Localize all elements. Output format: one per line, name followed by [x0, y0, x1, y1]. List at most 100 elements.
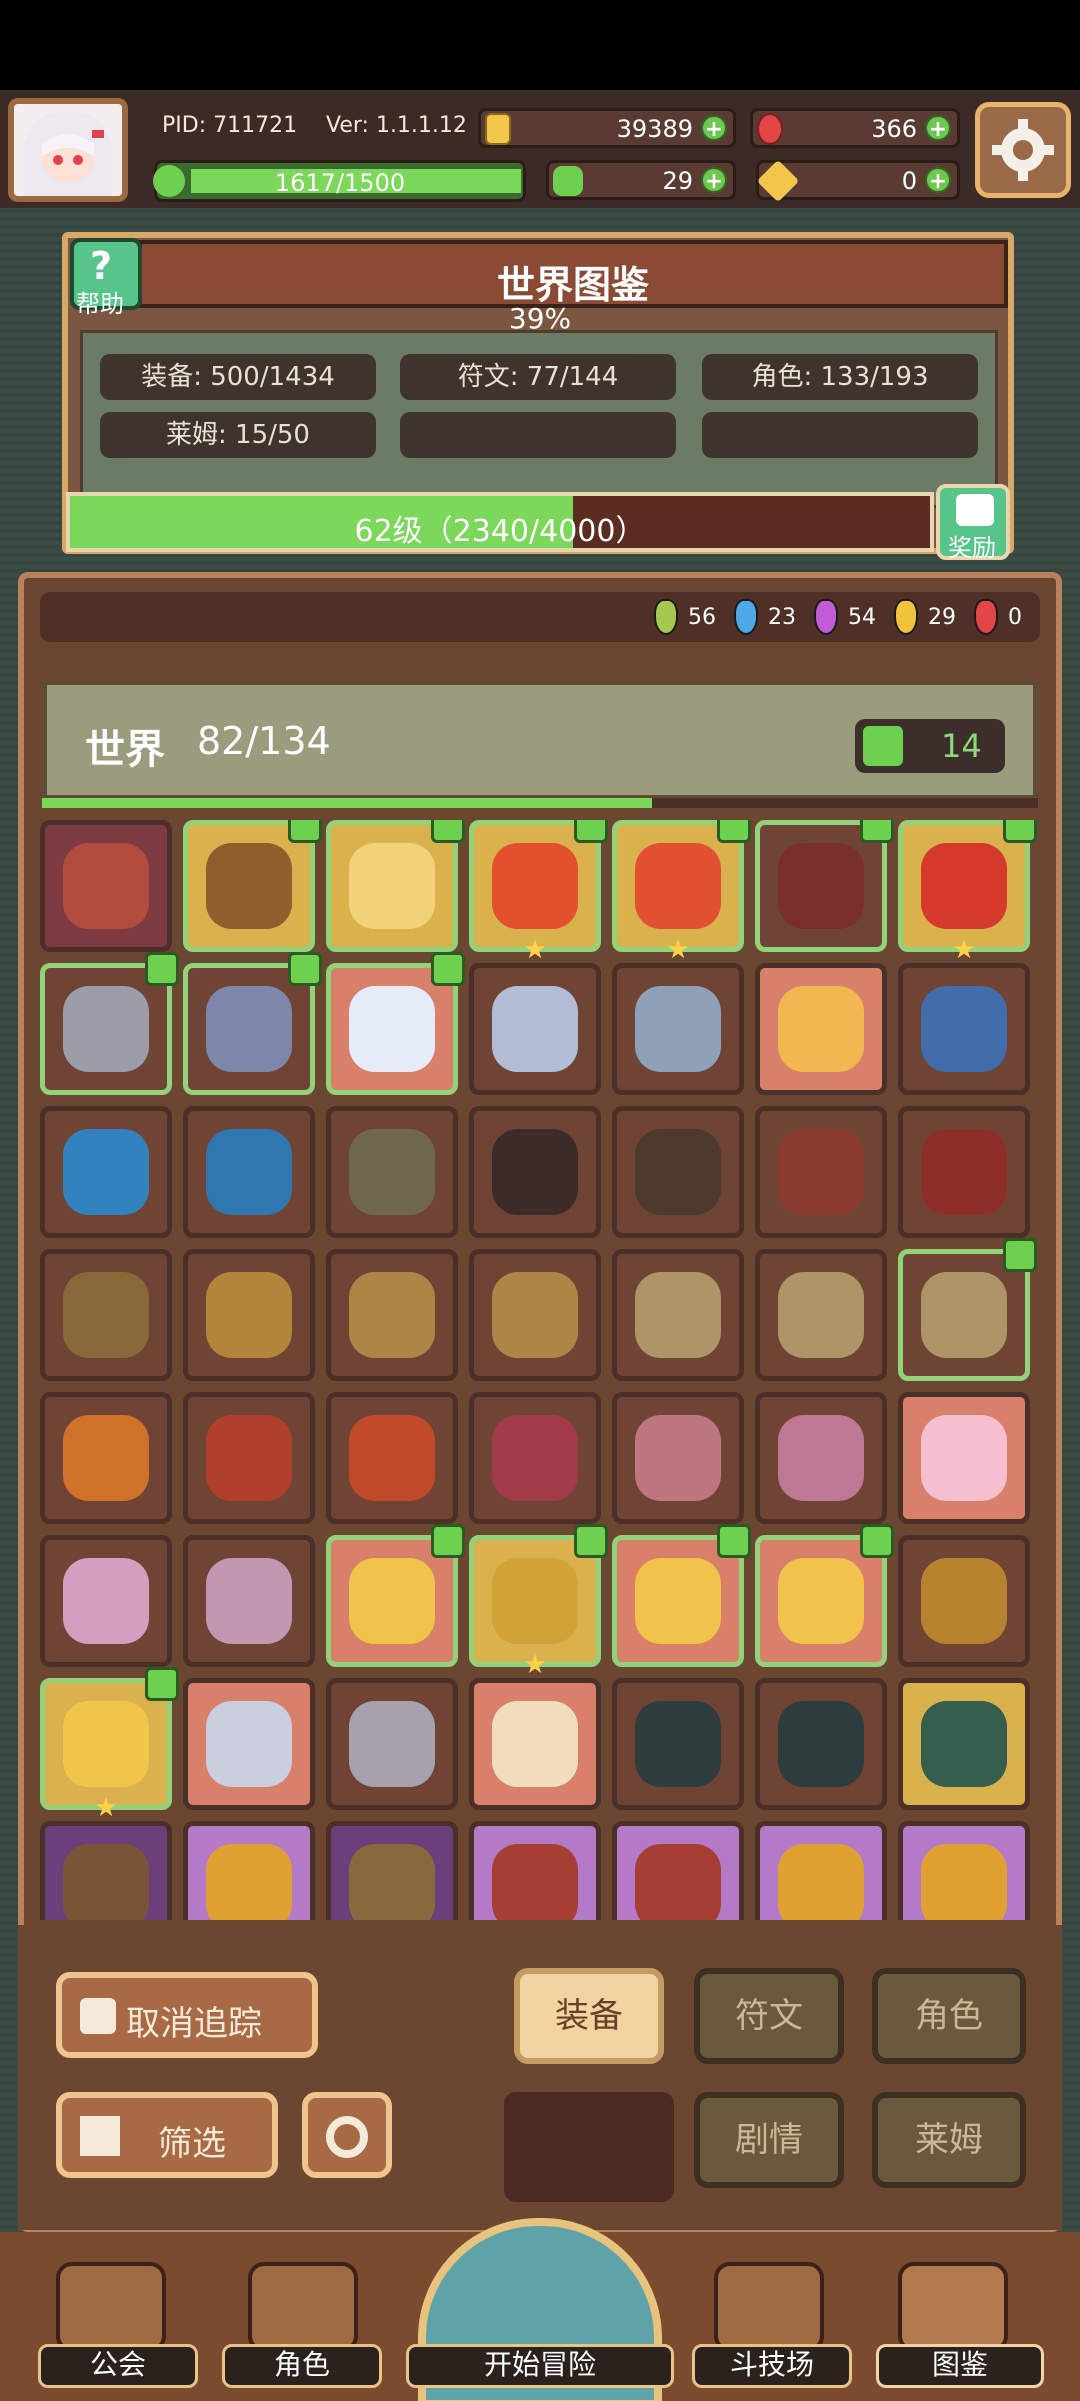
reward-button[interactable]: 奖励	[936, 484, 1010, 562]
thumbs-up-icon	[288, 820, 322, 843]
grid-slot[interactable]: ★	[469, 820, 608, 963]
grid-slot[interactable]	[755, 1249, 887, 1381]
grid-slot[interactable]	[40, 952, 179, 1095]
grid-slot[interactable]	[326, 1678, 458, 1810]
tab-slime[interactable]: 莱姆	[872, 2092, 1026, 2188]
add-ruby-button[interactable]: +	[925, 115, 951, 142]
thumbs-up-icon	[860, 1524, 894, 1558]
grid-slot[interactable]	[898, 1238, 1037, 1381]
refresh-button[interactable]	[302, 2092, 392, 2178]
staff-icon	[921, 986, 1007, 1072]
grid-slot[interactable]	[469, 1249, 601, 1381]
grid-slot[interactable]	[40, 820, 172, 952]
grid-slot[interactable]	[326, 1249, 458, 1381]
thumbs-up-icon	[288, 952, 322, 986]
grid-slot[interactable]: ★	[469, 1524, 608, 1678]
star-icon: ★	[666, 935, 690, 965]
grid-slot[interactable]	[755, 1821, 887, 1920]
grid-slot[interactable]	[469, 1106, 601, 1238]
heart-necklace-icon	[63, 1558, 149, 1644]
grid-slot[interactable]	[183, 1535, 315, 1667]
necklace-icon	[206, 1415, 292, 1501]
grid-slot[interactable]	[612, 1524, 751, 1667]
tab-equip[interactable]: 装备	[514, 1968, 664, 2064]
world-label: 世界	[85, 727, 165, 773]
grid-slot[interactable]	[40, 1392, 172, 1524]
grid-slot[interactable]	[183, 1392, 315, 1524]
help-button[interactable]: ? 帮助	[70, 238, 142, 318]
add-key-button[interactable]: +	[925, 167, 951, 194]
nav-adventure[interactable]: 开始冒险	[406, 2344, 674, 2388]
grid-slot[interactable]	[755, 1106, 887, 1238]
grid-slot[interactable]	[183, 952, 322, 1095]
grid-slot[interactable]	[755, 1678, 887, 1810]
grid-slot[interactable]	[755, 820, 894, 952]
grid-slot[interactable]	[612, 1106, 744, 1238]
grid-slot[interactable]	[469, 1392, 601, 1524]
tab-role[interactable]: 角色	[872, 1968, 1026, 2064]
grid-slot[interactable]	[183, 1106, 315, 1238]
grid-slot[interactable]	[755, 963, 887, 1095]
grid-slot[interactable]	[326, 1821, 458, 1920]
armor-icon	[635, 1844, 721, 1920]
grid-slot[interactable]	[898, 1821, 1030, 1920]
grid-slot[interactable]	[469, 1821, 601, 1920]
grid-slot[interactable]	[755, 1392, 887, 1524]
nav-role[interactable]: 角色	[222, 2344, 382, 2388]
item-grid[interactable]: ★ ★ ★ ★ ★	[40, 820, 1040, 1920]
pot-icon	[63, 1272, 149, 1358]
grid-slot[interactable]	[326, 952, 465, 1095]
untrack-button[interactable]: 取消追踪	[56, 1972, 318, 2058]
star-icon: ★	[952, 935, 976, 965]
grid-slot[interactable]: ★	[40, 1667, 179, 1821]
grid-slot[interactable]	[40, 1249, 172, 1381]
nav-arena[interactable]: 斗技场	[692, 2344, 852, 2388]
grid-slot[interactable]	[40, 1821, 172, 1920]
slime-progress: 莱姆: 15/50	[100, 412, 376, 458]
grid-slot[interactable]	[40, 1535, 172, 1667]
gem-count: 56	[688, 604, 716, 630]
tab-story[interactable]: 剧情	[694, 2092, 844, 2188]
grid-slot[interactable]	[612, 1392, 744, 1524]
grid-slot[interactable]	[183, 1678, 315, 1810]
settings-button[interactable]	[975, 102, 1071, 198]
gold-amount: 39389	[616, 115, 693, 143]
grid-slot[interactable]	[898, 1392, 1030, 1524]
star-icon: ★	[523, 935, 547, 965]
tab-rune[interactable]: 符文	[694, 1968, 844, 2064]
gem-count: 0	[1008, 604, 1022, 630]
grid-slot[interactable]	[40, 1106, 172, 1238]
thumbs-up-icon	[860, 820, 894, 843]
grid-slot[interactable]	[755, 1524, 894, 1667]
grid-slot[interactable]	[612, 1249, 744, 1381]
add-gold-button[interactable]: +	[701, 115, 727, 142]
key-amount: 0	[901, 167, 917, 195]
grid-slot[interactable]	[898, 1535, 1030, 1667]
grid-slot[interactable]	[898, 1678, 1030, 1810]
grid-slot[interactable]	[612, 1678, 744, 1810]
grid-slot[interactable]	[898, 963, 1030, 1095]
heart-wings-icon	[921, 1415, 1007, 1501]
filter-button[interactable]: 筛选	[56, 2092, 278, 2178]
grid-slot[interactable]	[469, 1678, 601, 1810]
grid-slot[interactable]	[183, 1249, 315, 1381]
necklace-icon	[635, 986, 721, 1072]
grid-slot[interactable]	[326, 1524, 465, 1667]
grid-slot[interactable]	[612, 1821, 744, 1920]
grid-slot[interactable]: ★	[612, 820, 751, 963]
necklace-icon	[921, 1558, 1007, 1644]
nav-codex[interactable]: 图鉴	[876, 2344, 1044, 2388]
grid-slot[interactable]	[898, 1106, 1030, 1238]
add-clover-button[interactable]: +	[701, 167, 727, 194]
ruby-counter: 366 +	[750, 108, 960, 148]
grid-slot[interactable]	[469, 963, 601, 1095]
grid-slot[interactable]: ★	[898, 820, 1037, 963]
nav-guild[interactable]: 公会	[38, 2344, 198, 2388]
grid-slot[interactable]	[183, 820, 322, 952]
grid-slot[interactable]	[183, 1821, 315, 1920]
grid-slot[interactable]	[612, 963, 744, 1095]
grid-slot[interactable]	[326, 1392, 458, 1524]
grid-slot[interactable]	[326, 1106, 458, 1238]
grid-slot[interactable]	[326, 820, 465, 952]
player-avatar[interactable]	[8, 98, 128, 202]
